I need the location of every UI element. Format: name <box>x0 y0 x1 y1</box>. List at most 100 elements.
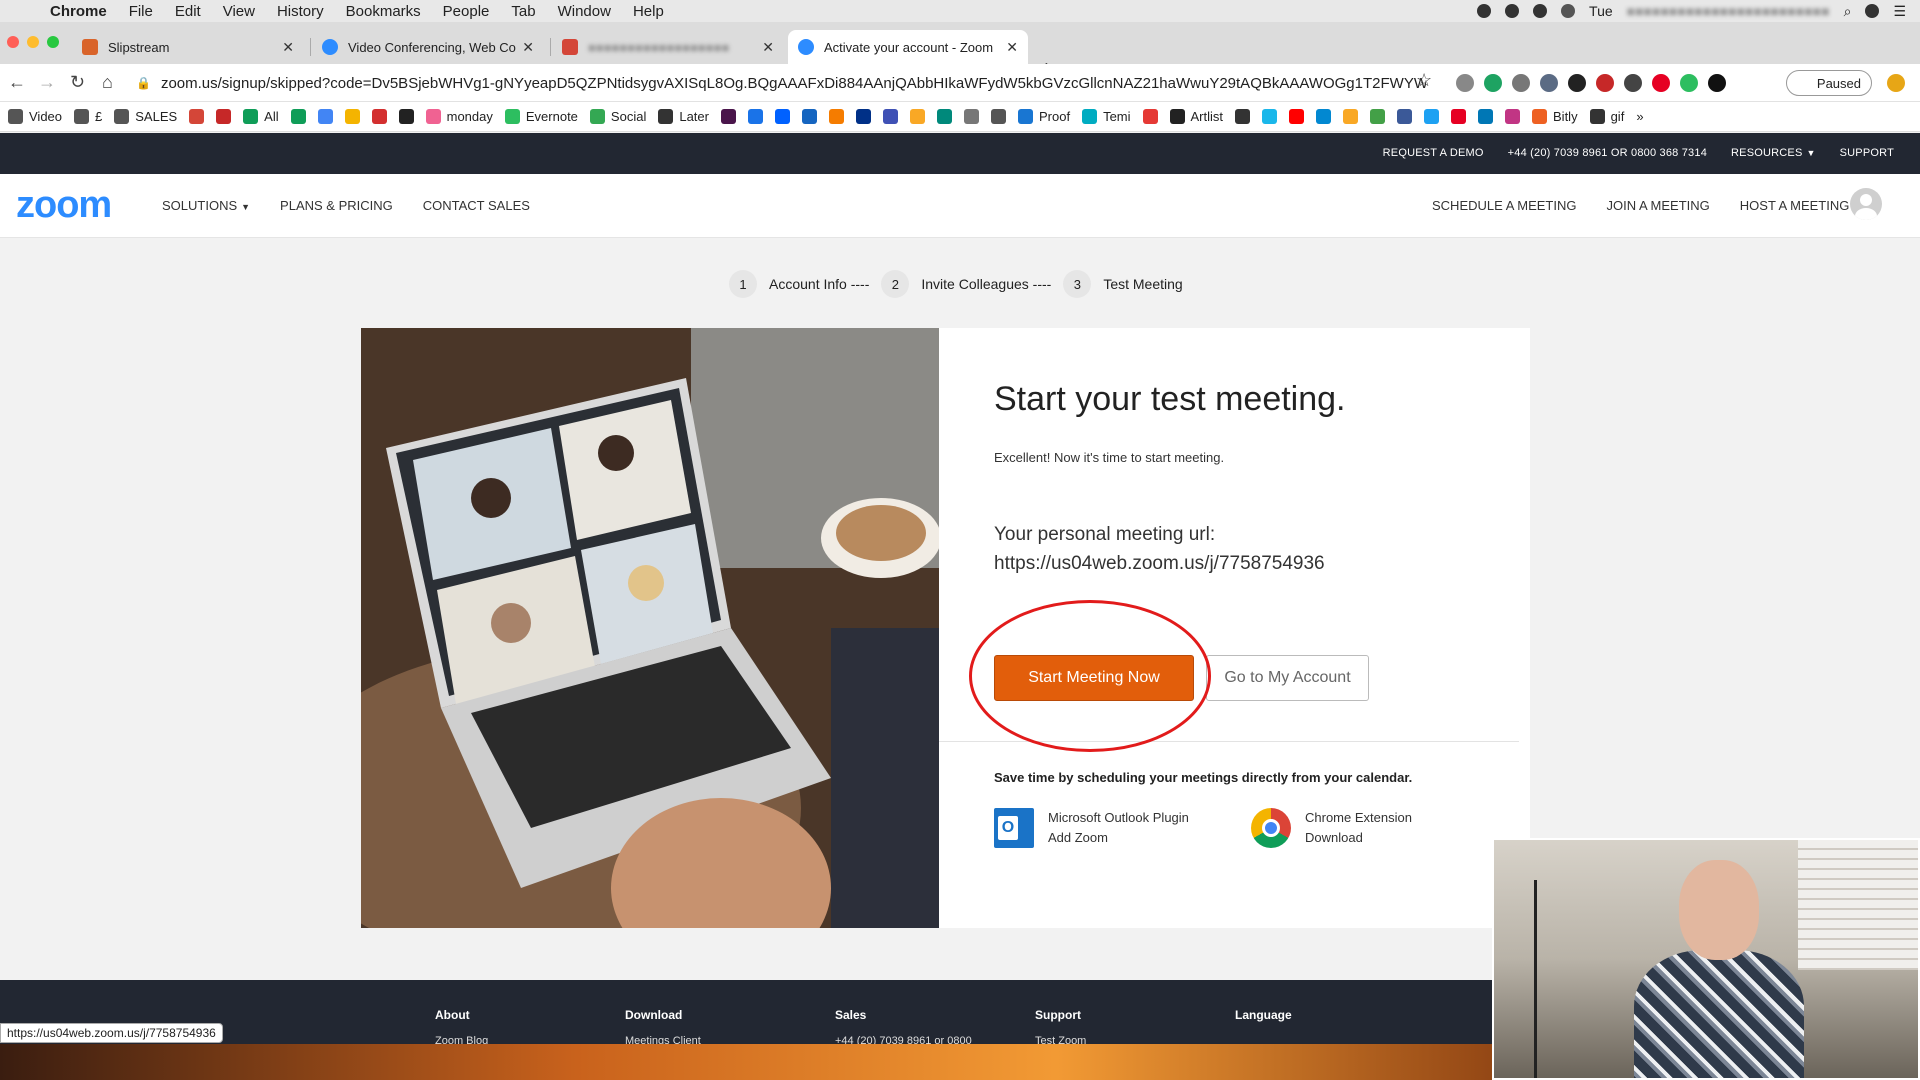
bookmark-item[interactable] <box>801 109 817 124</box>
bookmark-item[interactable] <box>1505 109 1521 124</box>
bookmark-item[interactable]: Bitly <box>1532 109 1578 124</box>
menu-file[interactable]: File <box>129 3 153 20</box>
join-meeting-link[interactable]: JOIN A MEETING <box>1606 198 1709 213</box>
extension-icon[interactable] <box>1596 74 1614 92</box>
extension-icon[interactable] <box>1680 74 1698 92</box>
request-demo-link[interactable]: REQUEST A DEMO <box>1383 147 1484 159</box>
bookmark-item[interactable]: SALES <box>114 109 177 124</box>
bookmark-item[interactable] <box>936 109 952 124</box>
meeting-url-value[interactable]: https://us04web.zoom.us/j/7758754936 <box>994 553 1325 575</box>
app-tray-icon[interactable] <box>1533 4 1548 18</box>
profile-paused-button[interactable]: Paused <box>1786 70 1872 96</box>
bookmark-item[interactable] <box>398 109 414 124</box>
record-icon[interactable] <box>1477 4 1492 18</box>
bookmark-item[interactable] <box>909 109 925 124</box>
tab-video-conferencing[interactable]: Video Conferencing, Web Conf ✕ <box>312 30 544 64</box>
menu-bookmarks[interactable]: Bookmarks <box>346 3 421 20</box>
reload-icon[interactable]: ↻ <box>70 72 85 93</box>
bookmark-item[interactable]: All <box>243 109 279 124</box>
tab-activate-account[interactable]: Activate your account - Zoom ✕ <box>788 30 1028 64</box>
close-tab-icon[interactable]: ✕ <box>522 39 534 56</box>
bookmark-item[interactable]: Video <box>8 109 62 124</box>
bookmark-item[interactable] <box>1370 109 1386 124</box>
bookmark-item[interactable] <box>1316 109 1332 124</box>
solutions-menu[interactable]: SOLUTIONS ▼ <box>162 198 250 213</box>
bookmarks-overflow-icon[interactable]: » <box>1636 109 1643 124</box>
bookmark-item[interactable] <box>189 109 205 124</box>
outlook-plugin-item[interactable]: O Microsoft Outlook Plugin Add Zoom <box>994 808 1189 848</box>
extension-icon[interactable] <box>1456 74 1474 92</box>
back-icon[interactable]: ← <box>8 72 26 93</box>
bookmark-item[interactable] <box>290 109 306 124</box>
resources-menu[interactable]: RESOURCES ▼ <box>1731 147 1816 159</box>
cloud-icon[interactable] <box>1505 4 1520 18</box>
menu-app[interactable]: Chrome <box>50 3 107 20</box>
bookmark-item[interactable] <box>1424 109 1440 124</box>
close-window-icon[interactable] <box>7 36 19 48</box>
menu-tab[interactable]: Tab <box>511 3 535 20</box>
extension-icon[interactable] <box>1484 74 1502 92</box>
bookmark-item[interactable]: gif <box>1589 109 1624 124</box>
bookmark-item[interactable] <box>1262 109 1278 124</box>
bookmark-item[interactable]: Temi <box>1082 109 1131 124</box>
contact-sales-link[interactable]: CONTACT SALES <box>423 198 530 213</box>
bookmark-item[interactable]: Evernote <box>504 109 578 124</box>
menu-window[interactable]: Window <box>558 3 611 20</box>
bookmark-item[interactable]: Proof <box>1017 109 1070 124</box>
forward-icon[interactable]: → <box>38 72 56 93</box>
bookmark-item[interactable] <box>1397 109 1413 124</box>
extension-icon[interactable] <box>1512 74 1530 92</box>
wifi-icon[interactable] <box>1561 4 1576 18</box>
bookmark-item[interactable] <box>963 109 979 124</box>
bookmark-item[interactable] <box>1142 109 1158 124</box>
bookmark-item[interactable]: Later <box>658 109 709 124</box>
outlook-plugin-action[interactable]: Add Zoom <box>1048 828 1189 848</box>
close-tab-icon[interactable]: ✕ <box>1006 39 1018 56</box>
url-input[interactable]: 🔒 zoom.us/signup/skipped?code=Dv5BSjebWH… <box>136 70 1426 96</box>
schedule-meeting-link[interactable]: SCHEDULE A MEETING <box>1432 198 1576 213</box>
bookmark-item[interactable] <box>1289 109 1305 124</box>
bookmark-item[interactable] <box>317 109 333 124</box>
tab-gmail[interactable]: ■■■■■■■■■■■■■■■■■■ ✕ <box>552 30 784 64</box>
chrome-extension-action[interactable]: Download <box>1305 828 1412 848</box>
bookmark-item[interactable] <box>216 109 232 124</box>
bookmark-item[interactable] <box>1343 109 1359 124</box>
bookmark-item[interactable]: Artlist <box>1169 109 1223 124</box>
bookmark-item[interactable]: Social <box>589 109 646 124</box>
extension-icon[interactable] <box>1708 74 1726 92</box>
menu-view[interactable]: View <box>223 3 255 20</box>
bookmark-star-icon[interactable]: ☆ <box>1416 70 1432 91</box>
bookmark-item[interactable] <box>882 109 898 124</box>
minimize-window-icon[interactable] <box>27 36 39 48</box>
bookmark-item[interactable] <box>774 109 790 124</box>
list-icon[interactable]: ☰ <box>1893 3 1906 20</box>
tab-slipstream[interactable]: Slipstream ✕ <box>72 30 304 64</box>
bookmark-item[interactable] <box>1478 109 1494 124</box>
bookmark-item[interactable] <box>1451 109 1467 124</box>
close-tab-icon[interactable]: ✕ <box>282 39 294 56</box>
extension-icon[interactable] <box>1652 74 1670 92</box>
bookmark-item[interactable] <box>720 109 736 124</box>
user-icon[interactable] <box>1865 4 1880 18</box>
support-link[interactable]: SUPPORT <box>1840 147 1894 159</box>
bookmark-item[interactable] <box>990 109 1006 124</box>
bookmark-item[interactable] <box>1235 109 1251 124</box>
zoom-logo[interactable]: zoom <box>16 184 112 227</box>
avatar[interactable] <box>1850 188 1882 220</box>
start-meeting-button[interactable]: Start Meeting Now <box>994 655 1194 701</box>
extension-icon[interactable] <box>1540 74 1558 92</box>
clock[interactable]: Tue <box>1589 3 1613 19</box>
menu-history[interactable]: History <box>277 3 324 20</box>
menu-help[interactable]: Help <box>633 3 664 20</box>
menu-edit[interactable]: Edit <box>175 3 201 20</box>
bookmark-item[interactable] <box>747 109 763 124</box>
plans-pricing-link[interactable]: PLANS & PRICING <box>280 198 393 213</box>
close-tab-icon[interactable]: ✕ <box>762 39 774 56</box>
bookmark-item[interactable] <box>855 109 871 124</box>
maximize-window-icon[interactable] <box>47 36 59 48</box>
search-icon[interactable]: ⌕ <box>1844 3 1852 20</box>
bookmark-item[interactable] <box>344 109 360 124</box>
go-to-account-button[interactable]: Go to My Account <box>1206 655 1369 701</box>
bookmark-item[interactable] <box>828 109 844 124</box>
bookmark-item[interactable] <box>371 109 387 124</box>
